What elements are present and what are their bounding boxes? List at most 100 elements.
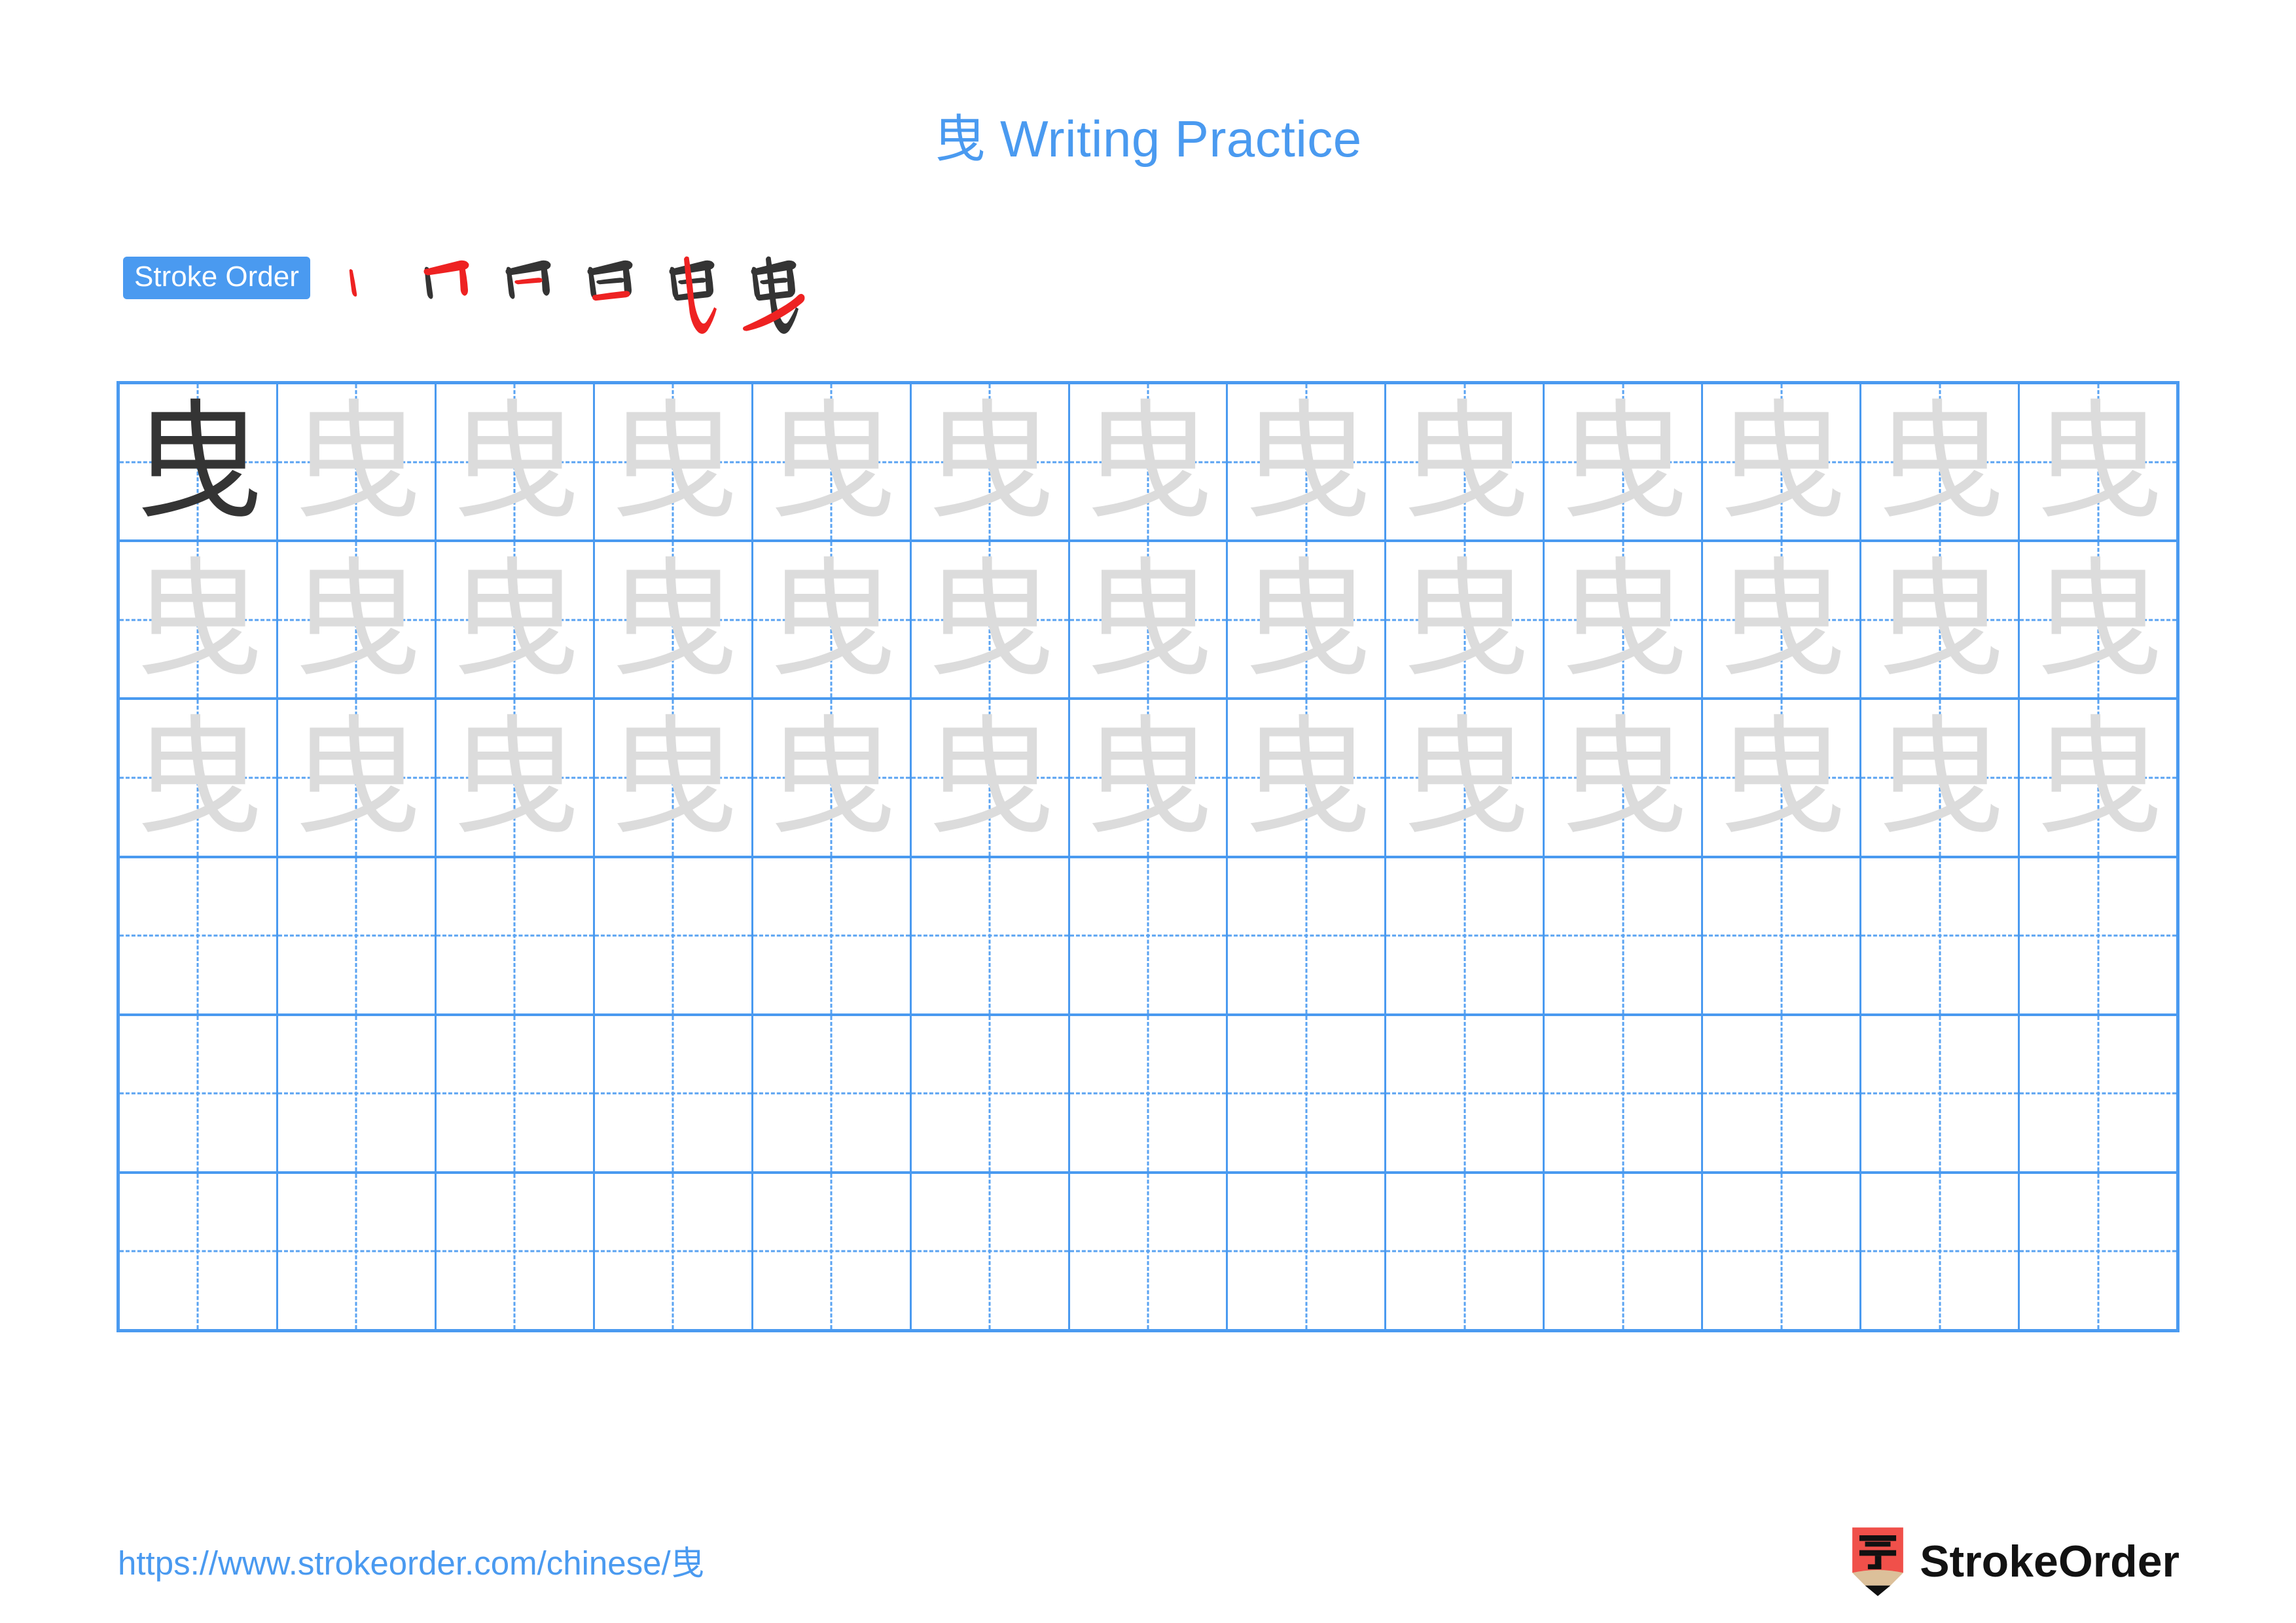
- practice-grid-cell[interactable]: [437, 1173, 595, 1330]
- practice-grid-cell[interactable]: 曳: [2020, 700, 2176, 855]
- practice-grid-cell[interactable]: 曳: [1386, 384, 1545, 540]
- practice-grid-cell[interactable]: 曳: [1703, 384, 1862, 540]
- practice-grid-cell[interactable]: 曳: [595, 542, 753, 698]
- practice-grid-cell[interactable]: [1228, 1015, 1387, 1171]
- page-title: 曳 Writing Practice: [934, 110, 1362, 168]
- practice-grid-cell[interactable]: 曳: [595, 700, 753, 856]
- practice-grid-cell[interactable]: 曳: [1545, 542, 1704, 698]
- practice-grid-cell[interactable]: 曳: [1228, 700, 1387, 856]
- practice-grid-cell[interactable]: 曳: [1070, 384, 1229, 540]
- trace-character: 曳: [609, 387, 738, 537]
- stroke-step-3: [491, 254, 573, 339]
- practice-grid-cell[interactable]: 曳: [1386, 700, 1545, 856]
- practice-grid-cell[interactable]: 曳: [753, 542, 912, 698]
- practice-grid-cell[interactable]: [1386, 858, 1545, 1013]
- practice-grid-cell[interactable]: 曳: [1861, 384, 2020, 540]
- practice-grid-cell[interactable]: [2020, 1174, 2176, 1329]
- practice-grid-cell[interactable]: 曳: [753, 700, 912, 856]
- trace-character: 曳: [292, 702, 421, 852]
- practice-grid-cell[interactable]: [1545, 1173, 1704, 1330]
- stroke-step-2: [409, 254, 491, 339]
- practice-grid-cell[interactable]: [1703, 1015, 1862, 1171]
- practice-grid-cell[interactable]: [278, 858, 437, 1013]
- practice-grid-cell[interactable]: [1386, 1015, 1545, 1171]
- trace-character: 曳: [925, 387, 1054, 537]
- practice-grid-cell[interactable]: 曳: [120, 700, 278, 856]
- brand-logo: StrokeOrder: [1849, 1525, 2179, 1597]
- stroke-order-step-list: [327, 254, 818, 339]
- trace-character: 曳: [134, 702, 262, 852]
- practice-grid-cell[interactable]: [753, 858, 912, 1013]
- trace-character: 曳: [134, 545, 262, 695]
- practice-grid-cell[interactable]: 曳: [912, 700, 1070, 856]
- practice-grid-cell[interactable]: [753, 1173, 912, 1330]
- practice-grid-cell[interactable]: [120, 1173, 278, 1330]
- practice-grid-cell[interactable]: 曳: [120, 542, 278, 698]
- practice-grid-cell[interactable]: [1070, 1015, 1229, 1171]
- practice-grid-cell[interactable]: 曳: [437, 384, 595, 540]
- practice-grid-cell[interactable]: 曳: [278, 384, 437, 540]
- practice-grid-cell[interactable]: 曳: [278, 700, 437, 856]
- practice-grid-cell[interactable]: 曳: [1070, 700, 1229, 856]
- trace-character: 曳: [292, 545, 421, 695]
- practice-grid-cell[interactable]: [437, 1015, 595, 1171]
- practice-grid-cell[interactable]: [1861, 1173, 2020, 1330]
- practice-grid-cell[interactable]: [120, 1015, 278, 1171]
- practice-grid-cell[interactable]: 曳: [437, 700, 595, 856]
- practice-grid-row: 曳曳曳曳曳曳曳曳曳曳曳曳曳: [120, 542, 2176, 701]
- practice-grid-cell[interactable]: [595, 858, 753, 1013]
- practice-grid-cell[interactable]: 曳: [595, 384, 753, 540]
- practice-grid-cell[interactable]: [1703, 1173, 1862, 1330]
- practice-grid-cell[interactable]: 曳: [1545, 384, 1704, 540]
- practice-grid-cell[interactable]: [278, 1173, 437, 1330]
- practice-grid-cell[interactable]: [278, 1015, 437, 1171]
- practice-grid-cell[interactable]: [1861, 1015, 2020, 1171]
- practice-grid-cell[interactable]: 曳: [1703, 542, 1862, 698]
- trace-character: 曳: [1875, 545, 2004, 695]
- practice-grid-cell[interactable]: [595, 1173, 753, 1330]
- trace-character: 曳: [450, 702, 579, 852]
- practice-grid-cell[interactable]: [1545, 1015, 1704, 1171]
- practice-grid-cell[interactable]: [2020, 1016, 2176, 1171]
- practice-grid-cell[interactable]: 曳: [1861, 542, 2020, 698]
- trace-character: 曳: [2034, 702, 2162, 852]
- practice-grid-cell[interactable]: [912, 1173, 1070, 1330]
- practice-grid-cell[interactable]: [1228, 858, 1387, 1013]
- practice-grid-cell[interactable]: [912, 858, 1070, 1013]
- practice-grid-cell[interactable]: [437, 858, 595, 1013]
- practice-grid-cell[interactable]: [595, 1015, 753, 1171]
- practice-grid-cell[interactable]: [912, 1015, 1070, 1171]
- practice-grid-cell[interactable]: [1861, 858, 2020, 1013]
- trace-character: 曳: [1717, 545, 1846, 695]
- practice-grid-cell[interactable]: 曳: [1545, 700, 1704, 856]
- practice-grid-cell[interactable]: 曳: [1070, 542, 1229, 698]
- practice-grid-cell[interactable]: 曳: [753, 384, 912, 540]
- practice-grid-cell[interactable]: [2020, 858, 2176, 1013]
- practice-grid-cell[interactable]: [1545, 858, 1704, 1013]
- practice-grid-cell[interactable]: [1070, 858, 1229, 1013]
- practice-grid-cell[interactable]: 曳: [2020, 384, 2176, 539]
- footer-url-link[interactable]: https://www.strokeorder.com/chinese/曳: [118, 1536, 704, 1584]
- practice-grid-cell[interactable]: 曳: [1228, 542, 1387, 698]
- practice-grid-cell[interactable]: [1070, 1173, 1229, 1330]
- practice-grid-cell[interactable]: [1703, 858, 1862, 1013]
- practice-grid-cell[interactable]: [120, 858, 278, 1013]
- practice-grid-cell[interactable]: 曳: [278, 542, 437, 698]
- practice-grid-cell[interactable]: [1228, 1173, 1387, 1330]
- practice-grid-cell[interactable]: 曳: [1861, 700, 2020, 856]
- practice-grid-row: [120, 1173, 2176, 1330]
- practice-grid-cell[interactable]: 曳: [912, 542, 1070, 698]
- practice-grid-cell[interactable]: 曳: [912, 384, 1070, 540]
- practice-grid-cell[interactable]: 曳: [1386, 542, 1545, 698]
- trace-character: 曳: [1558, 702, 1687, 852]
- trace-character: 曳: [1875, 387, 2004, 537]
- practice-grid-cell[interactable]: [1386, 1173, 1545, 1330]
- practice-grid-cell[interactable]: [753, 1015, 912, 1171]
- practice-grid-cell[interactable]: 曳: [437, 542, 595, 698]
- trace-character: 曳: [1400, 702, 1529, 852]
- trace-character: 曳: [1242, 702, 1371, 852]
- practice-grid-cell[interactable]: 曳: [1703, 700, 1862, 856]
- practice-grid-cell[interactable]: 曳: [120, 384, 278, 540]
- practice-grid-cell[interactable]: 曳: [1228, 384, 1387, 540]
- practice-grid-cell[interactable]: 曳: [2020, 542, 2176, 697]
